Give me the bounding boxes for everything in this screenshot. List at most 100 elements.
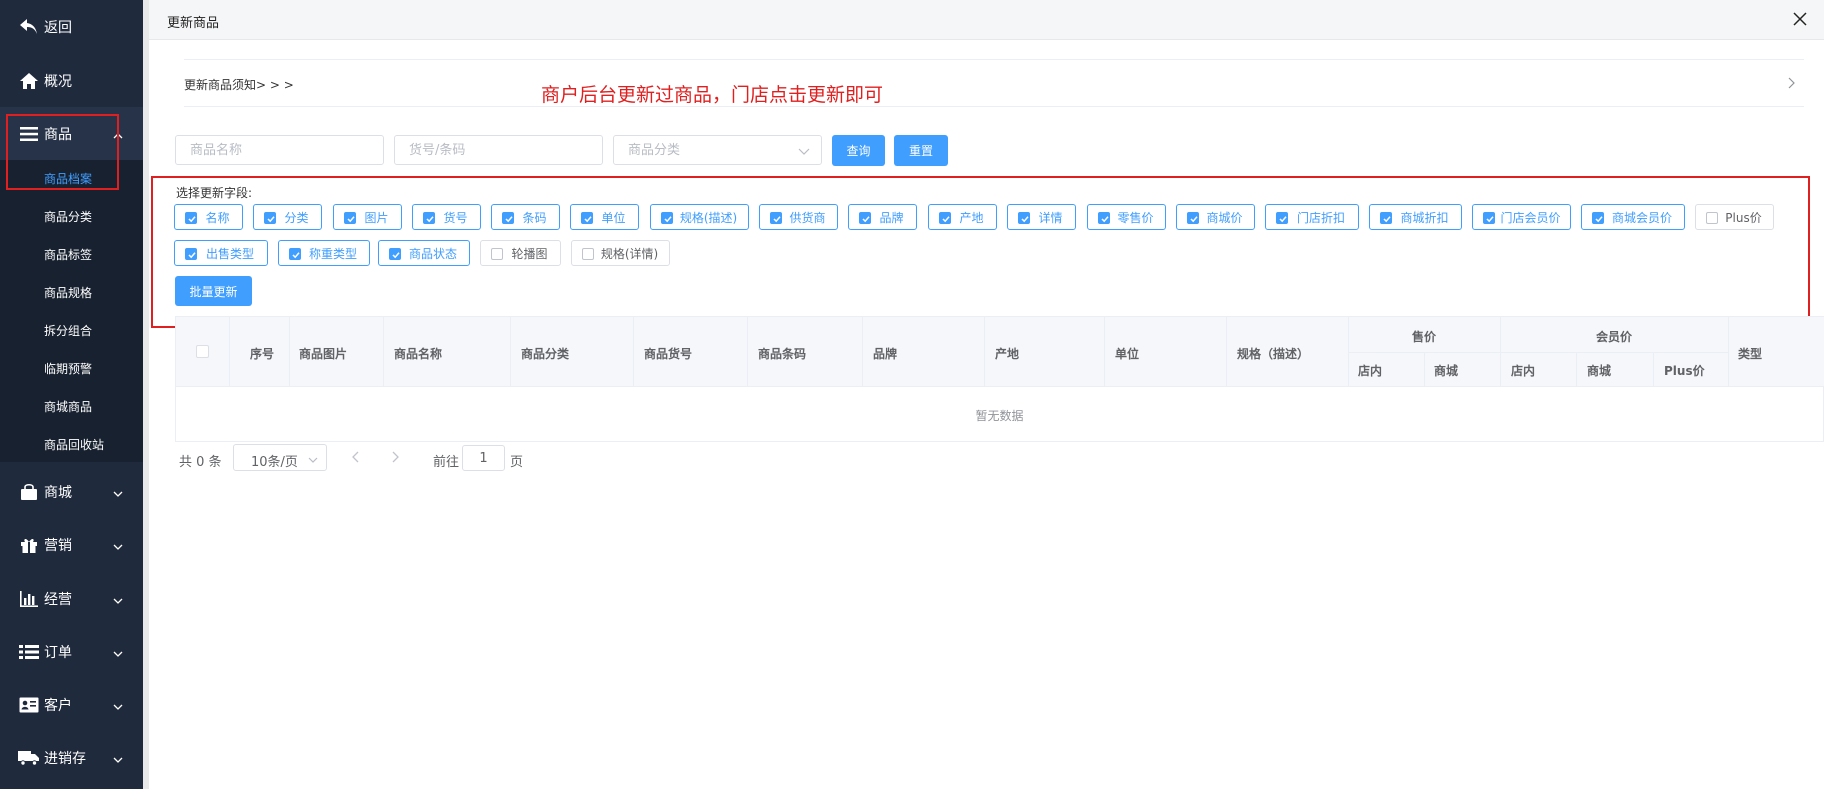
field-checkbox-row1-16[interactable]: 商城会员价 [1581, 204, 1685, 230]
table-empty-text: 暂无数据 [975, 409, 1024, 423]
sidebar-sub-item-recycle[interactable]: 商品回收站 [44, 436, 104, 453]
field-checkbox-row1-4[interactable]: 条码 [491, 204, 560, 230]
field-checkbox-row1-3[interactable]: 货号 [412, 204, 481, 230]
th-item-no: 商品货号 [644, 347, 693, 361]
sidebar-item-customers[interactable]: 客户 [0, 678, 143, 732]
sidebar-back[interactable]: 返回 [0, 0, 143, 54]
page-size-value: 10条/页 [251, 455, 298, 470]
category-select-input[interactable] [613, 135, 822, 165]
field-checkbox-label: 分类 [284, 210, 309, 225]
chevron-down-icon [113, 647, 123, 657]
chevron-down-icon [113, 594, 123, 604]
sidebar-sub-item-tag[interactable]: 商品标签 [44, 246, 92, 263]
sidebar-sub-item-mall-goods[interactable]: 商城商品 [44, 398, 92, 415]
chevron-down-icon [308, 453, 318, 467]
sidebar-back-label: 返回 [44, 20, 72, 36]
field-checkbox-label: Plus价 [1725, 210, 1762, 225]
chevron-down-icon [113, 487, 123, 497]
chevron-right-icon [1786, 77, 1796, 89]
th-index: 序号 [250, 347, 275, 361]
pager-goto-label: 前往 [433, 455, 460, 470]
field-checkbox-label: 详情 [1038, 210, 1063, 225]
reset-button[interactable]: 重置 [894, 135, 948, 166]
pager-total: 共 0 条 [179, 455, 222, 470]
field-checkbox-row1-15[interactable]: 门店会员价 [1472, 204, 1571, 230]
bar-chart-icon [18, 588, 40, 610]
goods-submenu: 商品档案 商品分类 商品标签 商品规格 拆分组合 临期预警 商城商品 商品回收站 [0, 160, 143, 462]
sidebar-item-inventory[interactable]: 进销存 [0, 731, 143, 785]
field-checkbox-row2-3[interactable]: 轮播图 [480, 240, 561, 266]
sidebar-item-marketing[interactable]: 营销 [0, 518, 143, 572]
close-icon[interactable] [1792, 11, 1808, 27]
th-name: 商品名称 [394, 347, 443, 361]
sidebar: 返回 概况 商品 商品档案 商品分类 商品标签 商品规格 拆分组合 临期预警 商… [0, 0, 143, 789]
table-header: 序号 商品图片 商品名称 商品分类 商品货号 商品条码 品牌 产地 单位 规格（… [176, 317, 1824, 387]
field-checkbox-row1-1[interactable]: 分类 [253, 204, 322, 230]
sidebar-sub-item-spec[interactable]: 商品规格 [44, 284, 92, 301]
field-checkbox-label: 门店会员价 [1500, 210, 1561, 225]
home-icon [18, 70, 40, 92]
field-checkbox-row1-10[interactable]: 详情 [1007, 204, 1076, 230]
th-barcode: 商品条码 [758, 347, 807, 361]
field-checkbox-row1-14[interactable]: 商城折扣 [1369, 204, 1462, 230]
field-checkbox-label: 零售价 [1117, 210, 1154, 225]
field-checkbox-row2-2[interactable]: 商品状态 [378, 240, 470, 266]
highlight-box-sidebar [6, 114, 119, 190]
field-checkbox-label: 轮播图 [511, 246, 548, 261]
pager-prev-icon[interactable] [351, 451, 361, 466]
field-checkbox-row1-5[interactable]: 单位 [570, 204, 639, 230]
field-checkbox-label: 商品状态 [408, 246, 457, 261]
sidebar-sub-item-category[interactable]: 商品分类 [44, 208, 92, 225]
shopping-bag-icon [18, 481, 40, 503]
th-image: 商品图片 [299, 347, 348, 361]
sidebar-item-mall-label: 商城 [44, 485, 72, 501]
notice-collapse[interactable]: 更新商品须知> > > [184, 59, 1804, 107]
sidebar-item-mall[interactable]: 商城 [0, 465, 143, 519]
field-checkbox-label: 图片 [364, 210, 389, 225]
gift-icon [18, 534, 40, 556]
field-checkbox-row2-1[interactable]: 称重类型 [278, 240, 370, 266]
field-checkbox-row1-2[interactable]: 图片 [333, 204, 402, 230]
th-member-instore: 店内 [1511, 364, 1536, 378]
th-member-price-group: 会员价 [1596, 330, 1633, 344]
th-spec: 规格（描述） [1237, 347, 1310, 361]
batch-update-button[interactable]: 批量更新 [175, 276, 252, 306]
field-checkbox-row2-0[interactable]: 出售类型 [174, 240, 268, 266]
sidebar-sub-item-expiry[interactable]: 临期预警 [44, 360, 92, 377]
sidebar-sub-item-split[interactable]: 拆分组合 [44, 322, 92, 339]
select-all-checkbox[interactable] [196, 345, 209, 358]
field-checkbox-label: 称重类型 [308, 246, 357, 261]
field-checkbox-label: 品牌 [879, 210, 904, 225]
sidebar-item-overview[interactable]: 概况 [0, 54, 143, 108]
th-brand: 品牌 [873, 347, 898, 361]
field-checkbox-row1-17[interactable]: Plus价 [1695, 204, 1774, 230]
field-checkbox-row1-8[interactable]: 品牌 [848, 204, 917, 230]
th-category: 商品分类 [521, 347, 570, 361]
field-checkbox-row1-7[interactable]: 供货商 [759, 204, 838, 230]
field-checkbox-label: 规格(详情) [600, 246, 659, 261]
code-barcode-input[interactable] [394, 135, 603, 165]
red-annotation-text: 商户后台更新过商品，门店点击更新即可 [541, 84, 884, 106]
field-checkbox-row1-13[interactable]: 门店折扣 [1265, 204, 1359, 230]
pager-page-input[interactable] [462, 445, 505, 471]
goods-name-input[interactable] [175, 135, 384, 165]
query-button[interactable]: 查询 [832, 135, 885, 166]
th-sale-mall: 商城 [1434, 364, 1459, 378]
modal-title: 更新商品 [167, 16, 220, 31]
field-checkbox-row1-12[interactable]: 商城价 [1176, 204, 1255, 230]
field-checkbox-row1-0[interactable]: 名称 [174, 204, 243, 230]
field-checkbox-row1-9[interactable]: 产地 [928, 204, 997, 230]
sidebar-item-orders-label: 订单 [44, 645, 72, 661]
field-checkbox-row2-4[interactable]: 规格(详情) [571, 240, 670, 266]
list-icon [18, 641, 40, 663]
field-checkbox-row1-6[interactable]: 规格(描述) [650, 204, 749, 230]
sidebar-item-orders[interactable]: 订单 [0, 625, 143, 679]
field-checkbox-row1-11[interactable]: 零售价 [1087, 204, 1166, 230]
field-checkbox-label: 产地 [959, 210, 984, 225]
category-select[interactable] [613, 135, 822, 165]
field-checkbox-label: 条码 [522, 210, 547, 225]
pager-next-icon[interactable] [390, 451, 400, 466]
chevron-down-icon [798, 145, 810, 155]
sidebar-item-operations[interactable]: 经营 [0, 572, 143, 626]
page-size-select[interactable]: 10条/页 [233, 444, 327, 471]
